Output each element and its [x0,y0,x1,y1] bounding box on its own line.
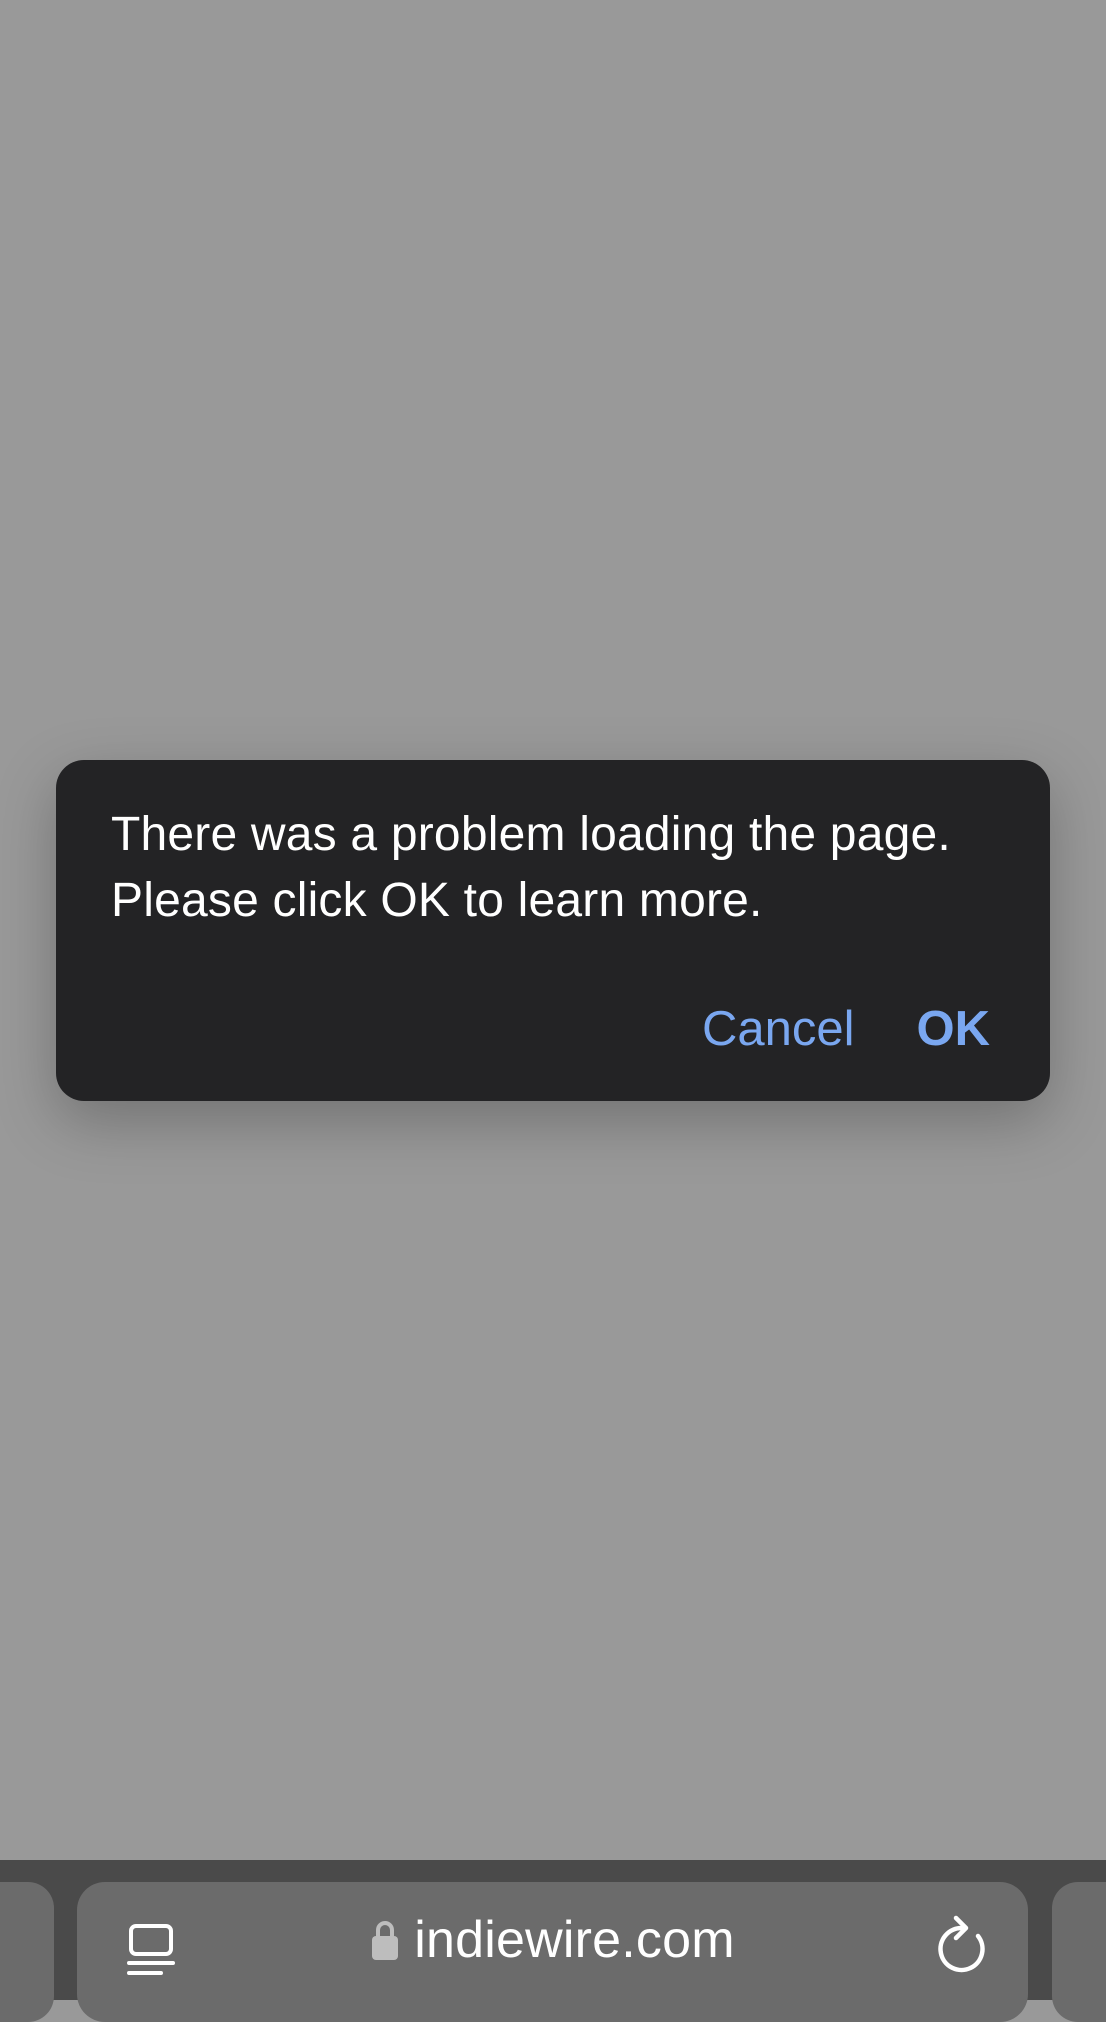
url-display[interactable]: indiewire.com [77,1910,1028,1970]
alert-actions: Cancel OK [702,1001,990,1057]
lock-icon [372,1921,399,1960]
previous-tab-peek[interactable] [0,1882,54,2022]
browser-bottom-toolbar: indiewire.com [0,1860,1106,2022]
reload-icon[interactable] [932,1914,992,1976]
cancel-button[interactable]: Cancel [702,1001,855,1057]
next-tab-peek[interactable] [1052,1882,1106,2022]
alert-dialog: There was a problem loading the page. Pl… [56,760,1050,1101]
alert-message: There was a problem loading the page. Pl… [111,808,951,927]
ok-button[interactable]: OK [917,1001,991,1057]
url-text: indiewire.com [414,1911,735,1969]
address-bar[interactable]: indiewire.com [77,1882,1028,2022]
